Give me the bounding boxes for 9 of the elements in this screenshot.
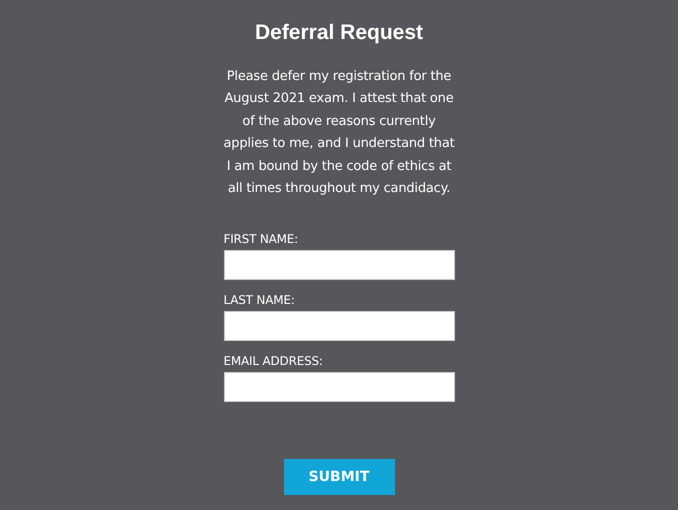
input-field[interactable] (224, 250, 454, 280)
statement-text: Please defer my registration for the August 2021 exam. I attest that one of the above reasons currently applies to me, and I understand that I am bound by the code of ethics at all times throughout my candidacy. (222, 68, 456, 198)
field-label: LAST NAME: (224, 292, 296, 308)
submit-button[interactable]: SUBMIT (284, 459, 394, 496)
input-field[interactable] (224, 311, 454, 342)
field-label: EMAIL ADDRESS: (224, 353, 324, 370)
input-field[interactable] (224, 372, 454, 402)
form-title: Deferral Request (254, 20, 424, 46)
field-label: FIRST NAME: (224, 231, 300, 248)
